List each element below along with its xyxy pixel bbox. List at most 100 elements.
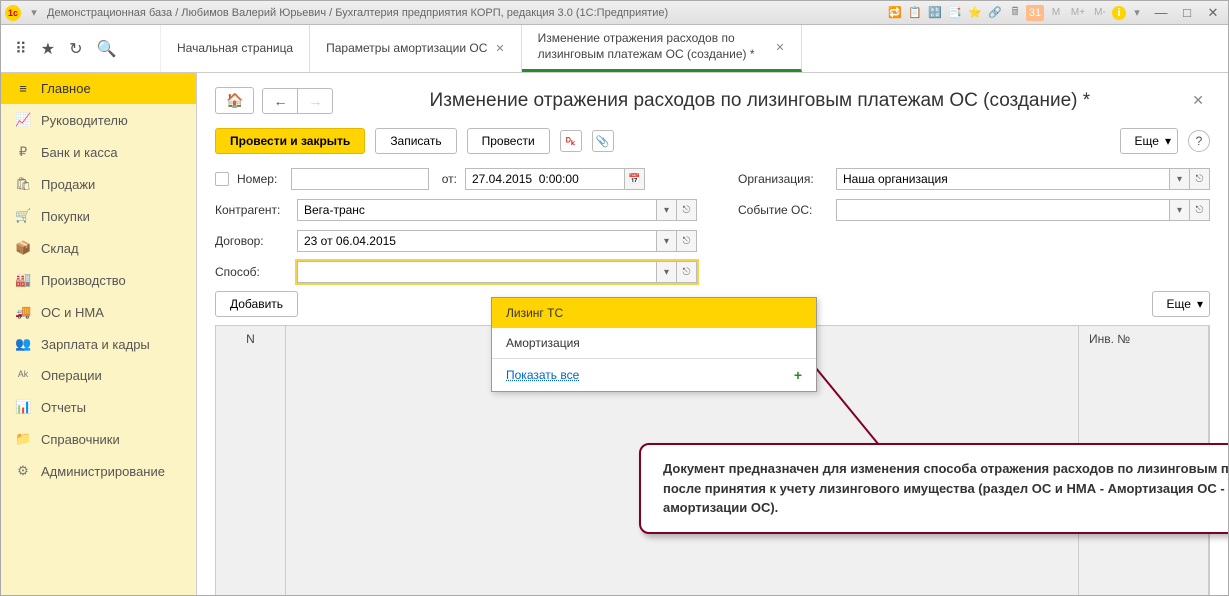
main: ≡Главное 📈Руководителю ₽ Банк и касса 🛍Пр…	[1, 73, 1228, 595]
dropdown-icon[interactable]: ▾	[25, 5, 43, 21]
sidebar-item-sales[interactable]: 🛍Продажи	[1, 168, 196, 200]
dropdown-button[interactable]: ▾	[657, 230, 677, 252]
sidebar-item-label: Зарплата и кадры	[41, 337, 150, 352]
tb-icon-2[interactable]: 📋	[906, 5, 924, 21]
tb-icon-6[interactable]: 🔗	[986, 5, 1004, 21]
sidebar-item-catalogs[interactable]: 📁Справочники	[1, 423, 196, 455]
info-icon[interactable]: i	[1112, 6, 1126, 20]
dropdown-button[interactable]: ▾	[1170, 168, 1190, 190]
page-title: Изменение отражения расходов по лизингов…	[341, 90, 1178, 112]
open-button[interactable]: ⎋	[677, 261, 697, 283]
dropdown-button[interactable]: ▾	[1170, 199, 1190, 221]
sidebar-item-label: Производство	[41, 273, 126, 288]
apps-icon[interactable]: ⠿	[15, 39, 27, 59]
post-and-close-button[interactable]: Провести и закрыть	[215, 128, 365, 154]
sidebar-item-label: Банк и касса	[41, 145, 118, 160]
show-all-link[interactable]: Показать все	[506, 368, 579, 382]
tb-icon-4[interactable]: 📑	[946, 5, 964, 21]
m-minus-button[interactable]: M-	[1090, 5, 1110, 21]
post-button[interactable]: Провести	[467, 128, 550, 154]
label-method: Способ:	[215, 265, 289, 279]
search-icon[interactable]: 🔍	[96, 39, 116, 59]
org-input-group: ▾ ⎋	[836, 168, 1210, 190]
method-input[interactable]	[297, 261, 657, 283]
counterparty-input-group: ▾ ⎋	[297, 199, 697, 221]
number-input[interactable]	[291, 168, 429, 190]
sidebar-item-os-nma[interactable]: 🚚 ОС и НМА	[1, 296, 196, 328]
minimize-button[interactable]: —	[1150, 5, 1172, 21]
sidebar-item-production[interactable]: 🏭Производство	[1, 264, 196, 296]
event-input[interactable]	[836, 199, 1170, 221]
dropdown-option-amortization[interactable]: Амортизация	[492, 328, 816, 358]
tab-params[interactable]: Параметры амортизации ОС ✕	[310, 25, 522, 72]
table-more-button[interactable]: Еще▾	[1152, 291, 1210, 317]
tab-close-icon[interactable]: ✕	[495, 42, 504, 55]
dt-kt-button[interactable]: ᴰₖ	[560, 130, 582, 152]
truck-icon: 🚚	[15, 304, 31, 320]
sidebar-item-salary[interactable]: 👥Зарплата и кадры	[1, 328, 196, 360]
sidebar-item-label: Склад	[41, 241, 79, 256]
open-button[interactable]: ⎋	[677, 199, 697, 221]
close-button[interactable]: ✕	[1202, 5, 1224, 21]
label-number: Номер:	[237, 172, 283, 186]
attach-button[interactable]: 📎	[592, 130, 614, 152]
topbar: ⠿ ★ ↻ 🔍 Начальная страница Параметры амо…	[1, 25, 1228, 73]
sidebar-item-manager[interactable]: 📈Руководителю	[1, 104, 196, 136]
write-button[interactable]: Записать	[375, 128, 456, 154]
sidebar-item-admin[interactable]: ⚙Администрирование	[1, 455, 196, 487]
sidebar-item-warehouse[interactable]: 📦Склад	[1, 232, 196, 264]
folder-icon: 📁	[15, 431, 31, 447]
chevron-down-icon: ▾	[1165, 134, 1171, 148]
add-button[interactable]: Добавить	[215, 291, 298, 317]
favorite-icon[interactable]: ⭐	[966, 5, 984, 21]
window-title: Демонстрационная база / Любимов Валерий …	[47, 7, 882, 19]
sidebar-item-reports[interactable]: 📊Отчеты	[1, 391, 196, 423]
organization-input[interactable]	[836, 168, 1170, 190]
sidebar-item-label: Отчеты	[41, 400, 86, 415]
back-button[interactable]: ←	[262, 88, 298, 114]
star-icon[interactable]: ★	[41, 39, 55, 59]
titlebar: 1c ▾ Демонстрационная база / Любимов Вал…	[1, 1, 1228, 25]
history-icon[interactable]: ↻	[69, 39, 82, 59]
dropdown-button[interactable]: ▾	[657, 199, 677, 221]
calculator-icon[interactable]: 🖩	[1006, 5, 1024, 21]
nav-buttons: ← →	[262, 88, 333, 114]
forward-button[interactable]: →	[298, 88, 333, 114]
toolbar: Провести и закрыть Записать Провести ᴰₖ …	[215, 128, 1210, 154]
calendar-button[interactable]: 📅	[625, 168, 645, 190]
m-plus-button[interactable]: M+	[1068, 5, 1088, 21]
dropdown-option-leasing[interactable]: Лизинг ТС	[492, 298, 816, 328]
open-button[interactable]: ⎋	[1190, 199, 1210, 221]
help-button[interactable]: ?	[1188, 130, 1210, 152]
sidebar-item-label: ОС и НМА	[41, 305, 104, 320]
form: Номер: от: 📅 Организация: ▾ ⎋	[215, 168, 1210, 283]
contract-input[interactable]	[297, 230, 657, 252]
tb-icon-3[interactable]: 🔡	[926, 5, 944, 21]
maximize-button[interactable]: □	[1176, 5, 1198, 21]
open-button[interactable]: ⎋	[1190, 168, 1210, 190]
tab-close-icon[interactable]: ✕	[775, 41, 784, 54]
add-new-button[interactable]: +	[794, 367, 802, 383]
counterparty-input[interactable]	[297, 199, 657, 221]
dropdown-button[interactable]: ▾	[657, 261, 677, 283]
date-input[interactable]	[465, 168, 625, 190]
callout-text: Документ предназначен для изменения спос…	[663, 461, 1228, 515]
sidebar-item-purchases[interactable]: 🛒Покупки	[1, 200, 196, 232]
more-button[interactable]: Еще▾	[1120, 128, 1178, 154]
tb-icon-1[interactable]: 🔁	[886, 5, 904, 21]
sidebar-item-bank[interactable]: ₽ Банк и касса	[1, 136, 196, 168]
home-button[interactable]: 🏠	[215, 87, 254, 114]
calendar-icon[interactable]: 31	[1026, 5, 1044, 21]
tab-change-reflection[interactable]: Изменение отражения расходов по лизингов…	[522, 25, 802, 72]
content-header: 🏠 ← → Изменение отражения расходов по ли…	[215, 87, 1210, 114]
sidebar-item-operations[interactable]: ᴬᵏОперации	[1, 360, 196, 391]
chart-icon: 📈	[15, 112, 31, 128]
sidebar-item-main[interactable]: ≡Главное	[1, 73, 196, 104]
tab-home[interactable]: Начальная страница	[161, 25, 310, 72]
content-close-button[interactable]: ✕	[1186, 92, 1210, 109]
info-dropdown-icon[interactable]: ▾	[1128, 5, 1146, 21]
tab-label: Изменение отражения расходов по лизингов…	[538, 31, 768, 62]
ruble-icon: ₽	[15, 144, 31, 160]
open-button[interactable]: ⎋	[677, 230, 697, 252]
m-button[interactable]: M	[1046, 5, 1066, 21]
